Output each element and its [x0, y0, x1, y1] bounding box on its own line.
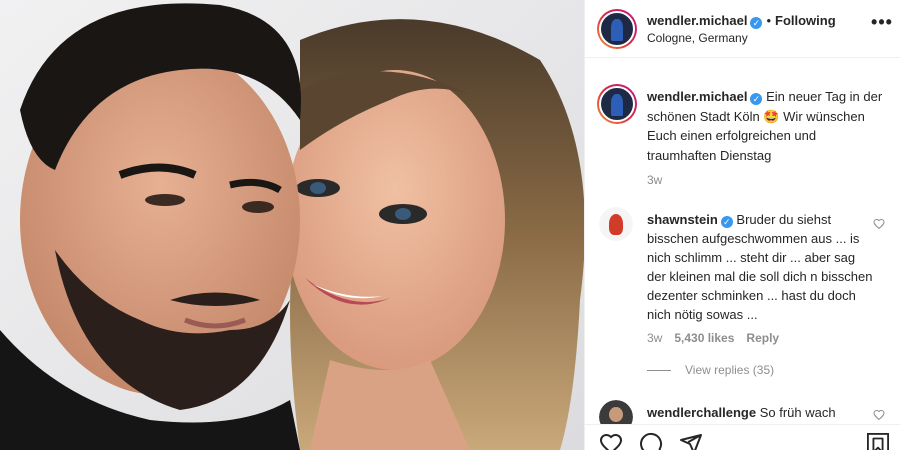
reply-button[interactable]: Reply [746, 331, 779, 345]
caption-timestamp[interactable]: 3w [647, 173, 662, 187]
share-icon[interactable] [679, 432, 703, 450]
post-header: wendler.michael ✓ • Following Cologne, Germ… [585, 0, 900, 58]
view-replies-line [647, 370, 671, 372]
following-button[interactable]: Following [775, 13, 836, 28]
comment-text-block: wendlerchallenge So früh wach [647, 403, 875, 422]
comment-text: So früh wach [759, 405, 836, 420]
post-location[interactable]: Cologne, Germany [647, 31, 748, 45]
comment-username[interactable]: shawnstein [647, 212, 718, 227]
verified-badge-icon: ✓ [720, 216, 733, 228]
follow-separator: • [766, 13, 771, 28]
commenter-avatar[interactable] [599, 207, 633, 241]
comment-meta: 3w 5,430 likes Reply [647, 331, 791, 345]
comment-text-block: shawnstein ✓ Bruder du siehst bisschen au… [647, 210, 875, 324]
verified-badge-icon: ✓ [750, 93, 763, 105]
view-replies-label: View replies (35) [685, 363, 775, 377]
caption-username[interactable]: wendler.michael [647, 89, 747, 104]
like-comment-heart-icon[interactable] [873, 409, 885, 421]
author-username[interactable]: wendler.michael [647, 13, 747, 28]
heart-icon[interactable] [599, 432, 623, 450]
bookmark-icon[interactable] [867, 432, 889, 450]
selfie-image [0, 0, 584, 450]
more-options-icon[interactable]: ••• [871, 13, 893, 35]
verified-badge-icon: ✓ [750, 17, 763, 29]
view-replies-button[interactable]: View replies (35) [647, 363, 774, 377]
comment-text: Bruder du siehst bisschen aufgeschwommen… [647, 212, 873, 322]
comment-username[interactable]: wendlerchallenge [647, 405, 756, 420]
like-comment-heart-icon[interactable] [873, 218, 885, 230]
post-photo[interactable] [0, 0, 584, 450]
author-avatar[interactable] [597, 9, 637, 49]
header-username-line: wendler.michael ✓ • Following [647, 13, 836, 29]
instagram-post: wendler.michael ✓ • Following Cologne, Germ… [0, 0, 900, 450]
caption-text-block: wendler.michael ✓ Ein neuer Tag in der sc… [647, 87, 883, 165]
comment-icon[interactable] [639, 432, 663, 450]
comment-timestamp[interactable]: 3w [647, 331, 662, 345]
post-actions-bar [585, 424, 900, 450]
comment-likes[interactable]: 5,430 likes [674, 331, 734, 345]
post-side-panel: wendler.michael ✓ • Following Cologne, Germ… [584, 0, 900, 450]
caption-avatar[interactable] [597, 84, 637, 124]
